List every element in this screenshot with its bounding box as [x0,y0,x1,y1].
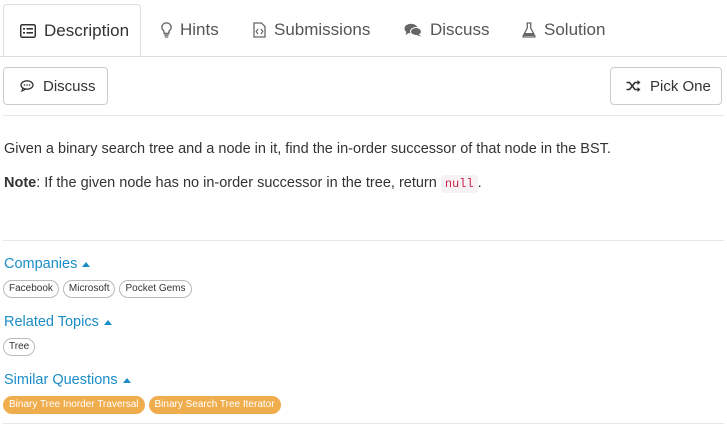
similar-questions-toggle[interactable]: Similar Questions [4,372,131,388]
comments-icon [404,23,422,37]
pick-one-label: Pick One [650,77,711,95]
tab-label: Description [44,20,130,40]
caret-up-icon [103,319,112,325]
related-topics-toggle[interactable]: Related Topics [4,314,112,330]
list-icon [20,23,36,38]
caret-up-icon [122,377,131,383]
similar-questions-title: Similar Questions [4,372,118,388]
related-topics-title: Related Topics [4,314,99,330]
similar-question-tag[interactable]: Binary Tree Inorder Traversal [3,396,145,414]
company-tag[interactable]: Microsoft [62,280,116,298]
null-code: null [440,175,478,193]
caret-up-icon [82,261,91,267]
note-label: Note [4,175,37,191]
tab-submissions[interactable]: Submissions [253,4,370,56]
tab-description[interactable]: Description [3,4,141,57]
company-tag[interactable]: Facebook [3,280,59,298]
topic-tag[interactable]: Tree [3,338,36,356]
company-tag[interactable]: Pocket Gems [119,280,192,298]
tab-label: Submissions [274,20,371,39]
tab-solution[interactable]: Solution [522,4,605,56]
code-file-icon [253,22,266,38]
bottom-divider [3,423,724,424]
content-divider [3,240,724,241]
tabs-divider [0,56,727,57]
tab-label: Solution [544,20,606,39]
comment-icon [20,80,34,92]
pick-one-button[interactable]: Pick One [610,67,722,105]
discuss-button[interactable]: Discuss [3,67,108,105]
similar-question-tag[interactable]: Binary Search Tree Iterator [148,396,281,414]
problem-note: Note: If the given node has no in-order … [4,175,482,193]
related-topics-tags: Tree [3,338,36,356]
companies-toggle[interactable]: Companies [4,256,91,272]
note-end: . [477,175,482,191]
tab-hints[interactable]: Hints [161,4,219,56]
flask-icon [522,22,536,38]
tab-label: Hints [180,20,219,39]
tab-discuss[interactable]: Discuss [404,4,490,56]
problem-description: Given a binary search tree and a node in… [4,141,611,157]
shuffle-icon [626,80,641,92]
toolbar-divider [3,115,724,116]
companies-title: Companies [4,256,78,272]
companies-tags: Facebook Microsoft Pocket Gems [3,280,192,298]
similar-questions-tags: Binary Tree Inorder Traversal Binary Sea… [3,396,281,414]
note-text: : If the given node has no in-order succ… [36,175,441,191]
discuss-button-label: Discuss [43,77,96,95]
problem-tabs: Description Hints Submissions Discuss So… [0,0,727,57]
lightbulb-icon [161,22,172,38]
tab-label: Discuss [430,20,490,39]
